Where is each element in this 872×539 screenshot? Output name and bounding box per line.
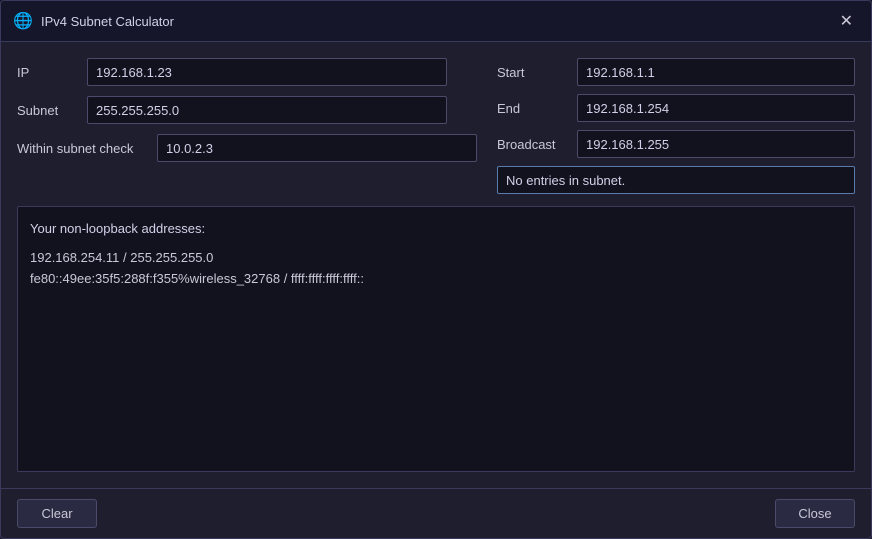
info-entry-2: fe80::49ee:35f5:288f:f355%wireless_32768… — [30, 269, 842, 290]
end-input[interactable] — [577, 94, 855, 122]
close-button[interactable]: Close — [775, 499, 855, 528]
right-form: Start End Broadcast No entries in subnet… — [497, 58, 855, 194]
app-icon: 🌐 — [13, 11, 33, 31]
clear-button[interactable]: Clear — [17, 499, 97, 528]
broadcast-row: Broadcast — [497, 130, 855, 158]
subnet-row: Subnet — [17, 96, 477, 124]
ip-input[interactable] — [87, 58, 447, 86]
subnet-input[interactable] — [87, 96, 447, 124]
title-bar: 🌐 IPv4 Subnet Calculator ✕ — [1, 1, 871, 42]
broadcast-input[interactable] — [577, 130, 855, 158]
within-subnet-label: Within subnet check — [17, 141, 147, 156]
broadcast-label: Broadcast — [497, 137, 567, 152]
info-heading: Your non-loopback addresses: — [30, 219, 842, 240]
main-window: 🌐 IPv4 Subnet Calculator ✕ IP Subnet — [0, 0, 872, 539]
within-subnet-result: No entries in subnet. — [497, 166, 855, 194]
end-row: End — [497, 94, 855, 122]
within-subnet-result-row: No entries in subnet. — [497, 166, 855, 194]
window-title: IPv4 Subnet Calculator — [41, 14, 174, 29]
footer: Clear Close — [1, 488, 871, 538]
window-close-button[interactable]: ✕ — [834, 9, 859, 33]
left-form: IP Subnet Within subnet check — [17, 58, 477, 194]
end-label: End — [497, 101, 567, 116]
start-row: Start — [497, 58, 855, 86]
within-subnet-row: Within subnet check — [17, 134, 477, 162]
subnet-label: Subnet — [17, 103, 77, 118]
start-input[interactable] — [577, 58, 855, 86]
form-section: IP Subnet Within subnet check Star — [17, 58, 855, 194]
content-area: IP Subnet Within subnet check Star — [1, 42, 871, 488]
info-area: Your non-loopback addresses: 192.168.254… — [17, 206, 855, 472]
ip-label: IP — [17, 65, 77, 80]
start-label: Start — [497, 65, 567, 80]
info-entry-1: 192.168.254.11 / 255.255.255.0 — [30, 248, 842, 269]
ip-row: IP — [17, 58, 477, 86]
title-bar-left: 🌐 IPv4 Subnet Calculator — [13, 11, 174, 31]
within-subnet-input[interactable] — [157, 134, 477, 162]
